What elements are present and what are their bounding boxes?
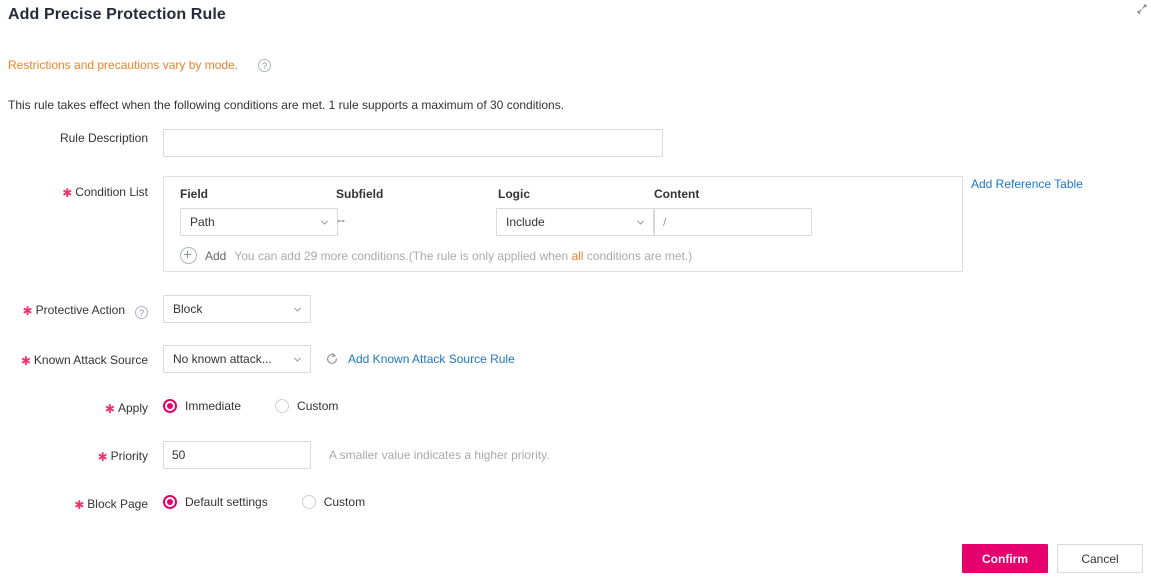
known-attack-source-value: No known attack... <box>173 352 272 366</box>
add-condition-row[interactable]: Add You can add 29 more conditions.(The … <box>180 247 692 264</box>
apply-radio-custom[interactable]: Custom <box>275 399 338 413</box>
add-condition-hint: You can add 29 more conditions.(The rule… <box>234 249 692 263</box>
rule-description-input[interactable] <box>163 129 663 157</box>
confirm-button[interactable]: Confirm <box>962 544 1048 573</box>
add-known-attack-source-rule-link[interactable]: Add Known Attack Source Rule <box>348 352 515 366</box>
apply-radio-immediate[interactable]: Immediate <box>163 399 241 413</box>
column-header-logic: Logic <box>498 187 530 201</box>
required-star-icon: ✱ <box>97 450 108 464</box>
resize-diagonal-icon[interactable] <box>1137 3 1147 14</box>
add-reference-table-link[interactable]: Add Reference Table <box>971 177 1083 191</box>
column-header-field: Field <box>180 187 209 201</box>
chevron-down-icon <box>636 220 645 225</box>
add-hint-before: You can add 29 more conditions.(The rule… <box>234 248 572 263</box>
radio-unselected-icon <box>301 495 316 509</box>
rule-description-label: Rule Description <box>0 130 148 146</box>
protective-action-label-text: Protective Action <box>35 303 125 317</box>
add-hint-emphasis: all <box>571 248 584 263</box>
block-page-radio-group: Default settings Custom <box>163 495 399 509</box>
condition-list-label-text: Condition List <box>75 185 148 199</box>
radio-unselected-icon <box>275 399 290 413</box>
dialog-footer: Confirm Cancel <box>962 544 1143 573</box>
condition-field-select[interactable]: Path <box>180 208 338 236</box>
column-header-subfield: Subfield <box>336 187 384 201</box>
mode-restriction-notice: Restrictions and precautions vary by mod… <box>8 58 272 72</box>
required-star-icon: ✱ <box>74 498 85 512</box>
column-header-content: Content <box>654 187 700 201</box>
apply-radio-group: Immediate Custom <box>163 399 372 413</box>
apply-label: ✱ Apply <box>0 400 148 417</box>
apply-radio-immediate-label: Immediate <box>185 399 242 413</box>
plus-circle-icon[interactable] <box>180 247 197 264</box>
apply-label-text: Apply <box>117 401 148 415</box>
block-page-radio-custom[interactable]: Custom <box>301 495 366 509</box>
page-title: Add Precise Protection Rule <box>8 6 226 23</box>
apply-radio-custom-label: Custom <box>297 399 339 413</box>
priority-hint: A smaller value indicates a higher prior… <box>329 448 550 462</box>
protective-action-select[interactable]: Block <box>163 295 311 323</box>
known-attack-source-label-text: Known Attack Source <box>33 353 148 367</box>
chevron-down-icon <box>293 307 302 312</box>
priority-input[interactable] <box>163 441 311 469</box>
radio-selected-icon <box>163 399 177 413</box>
condition-logic-select[interactable]: Include <box>496 208 654 236</box>
add-hint-after: conditions are met.) <box>583 248 693 263</box>
add-condition-label: Add <box>205 248 227 263</box>
condition-logic-value: Include <box>506 215 545 229</box>
refresh-icon[interactable] <box>325 352 339 366</box>
required-star-icon: ✱ <box>20 354 31 368</box>
condition-content-input[interactable] <box>654 208 812 236</box>
block-page-radio-default[interactable]: Default settings <box>163 495 268 509</box>
block-page-radio-default-label: Default settings <box>185 495 268 509</box>
required-star-icon: ✱ <box>62 186 73 200</box>
priority-label: ✱ Priority <box>0 448 148 465</box>
required-star-icon: ✱ <box>22 304 33 318</box>
protective-action-value: Block <box>173 302 203 316</box>
question-circle-icon[interactable]: ? <box>258 58 272 72</box>
condition-subfield-value: -- <box>337 213 345 227</box>
condition-list-label: ✱ Condition List <box>0 184 148 201</box>
block-page-label-text: Block Page <box>87 497 148 511</box>
condition-list-box: Field Subfield Logic Content Path -- Inc… <box>163 176 963 272</box>
protective-action-label: ✱ Protective Action? <box>0 302 148 319</box>
condition-field-value: Path <box>190 215 215 229</box>
block-page-label: ✱ Block Page <box>0 496 148 513</box>
cancel-button[interactable]: Cancel <box>1057 544 1143 573</box>
rule-description-label-text: Rule Description <box>59 131 148 145</box>
required-star-icon: ✱ <box>104 402 115 416</box>
notice-text: Restrictions and precautions vary by mod… <box>8 58 239 72</box>
chevron-down-icon <box>293 357 302 362</box>
chevron-down-icon <box>320 220 329 225</box>
known-attack-source-label: ✱ Known Attack Source <box>0 352 148 369</box>
rule-intro-text: This rule takes effect when the followin… <box>8 98 565 112</box>
known-attack-source-select[interactable]: No known attack... <box>163 345 311 373</box>
radio-selected-icon <box>163 495 177 509</box>
block-page-radio-custom-label: Custom <box>323 495 366 509</box>
priority-label-text: Priority <box>110 449 148 463</box>
question-circle-icon[interactable]: ? <box>135 306 148 319</box>
condition-content-wrapper <box>654 208 812 236</box>
